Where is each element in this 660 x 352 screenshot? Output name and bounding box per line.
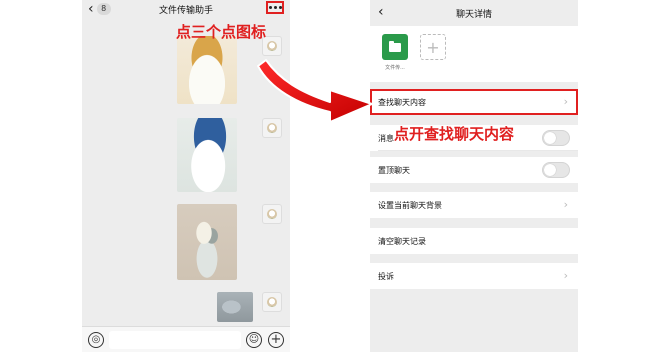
emoji-icon[interactable]: ☺ <box>246 332 262 348</box>
input-bar: ◎ ☺ + <box>82 326 290 352</box>
glass-photo-message[interactable] <box>177 204 237 280</box>
pin-chat-row[interactable]: 置顶聊天 <box>370 157 578 183</box>
row-label: 消息 <box>378 134 394 143</box>
chat-screen: ‹ 8 文件传输助手 ◎ ☺ + <box>82 0 290 352</box>
photo-message[interactable] <box>217 292 253 322</box>
dot <box>268 6 272 9</box>
step2-annotation: 点开查找聊天内容 <box>394 125 515 143</box>
clear-history-row[interactable]: 清空聊天记录 <box>370 228 578 254</box>
chevron-right-icon: › <box>563 269 568 282</box>
more-dots-icon[interactable] <box>266 1 284 14</box>
chevron-right-icon: › <box>563 198 568 211</box>
chat-details-screen: ‹ 聊天详情 文件传... + 查找聊天内容 › 消息 置顶聊天 设置当前聊天背… <box>370 0 578 352</box>
search-row-highlight <box>370 89 578 115</box>
report-row[interactable]: 投诉 › <box>370 263 578 289</box>
chat-background-row[interactable]: 设置当前聊天背景 › <box>370 192 578 218</box>
dot <box>278 6 282 9</box>
avatar[interactable] <box>262 292 282 312</box>
message-input[interactable] <box>109 331 241 349</box>
dog-photo-message[interactable] <box>177 118 237 192</box>
row-label: 投诉 <box>378 272 394 281</box>
row-label: 设置当前聊天背景 <box>378 201 442 210</box>
chat-title: 文件传输助手 <box>158 6 213 16</box>
avatar[interactable] <box>262 204 282 224</box>
divider <box>378 150 578 151</box>
dog-photo-message[interactable] <box>177 36 237 104</box>
chat-header: ‹ 8 文件传输助手 <box>82 0 290 18</box>
row-label: 置顶聊天 <box>378 166 410 175</box>
details-title: 聊天详情 <box>455 10 492 20</box>
file-helper-avatar[interactable] <box>382 34 408 60</box>
member-label: 文件传... <box>385 65 405 71</box>
row-label: 清空聊天记录 <box>378 237 426 246</box>
member-section: 文件传... + <box>370 26 578 82</box>
add-member-button[interactable]: + <box>420 34 446 60</box>
folder-icon <box>389 40 401 52</box>
voice-icon[interactable]: ◎ <box>88 332 104 348</box>
avatar[interactable] <box>262 118 282 138</box>
mute-toggle[interactable] <box>542 130 570 146</box>
step1-annotation: 点三个点图标 <box>176 23 267 41</box>
plus-icon[interactable]: + <box>268 332 284 348</box>
dot <box>273 6 277 9</box>
pin-toggle[interactable] <box>542 162 570 178</box>
details-header: ‹ 聊天详情 <box>370 0 578 24</box>
